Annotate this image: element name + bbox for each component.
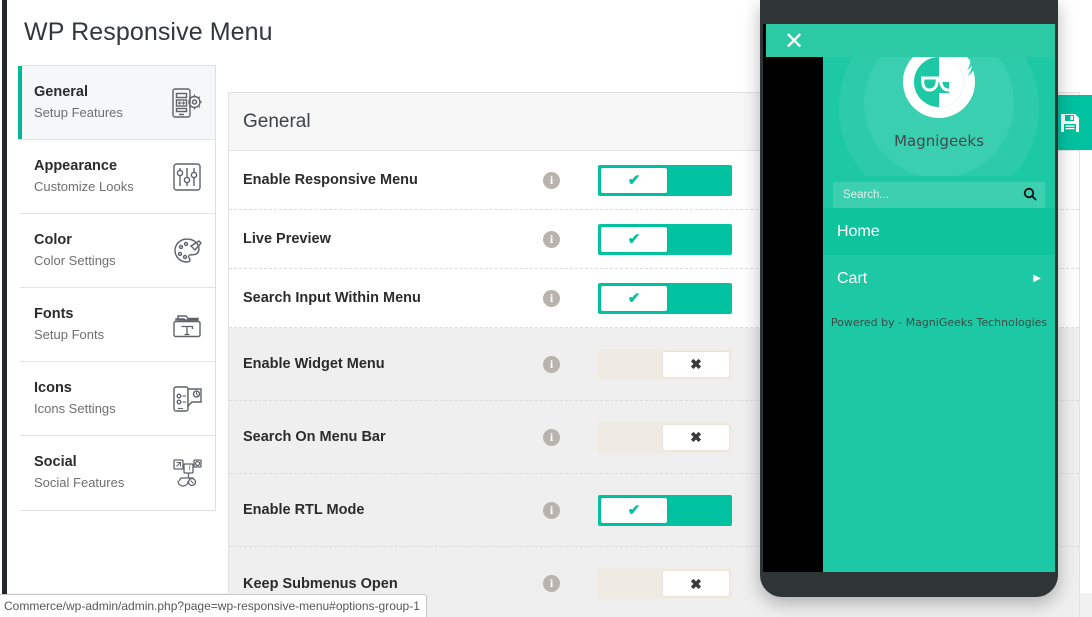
sidebar-item-fonts[interactable]: Fonts Setup Fonts (20, 288, 215, 362)
sidebar-item-general[interactable]: General Setup Features (18, 66, 215, 140)
icons-panel-icon (167, 379, 207, 419)
sliders-icon (167, 157, 207, 197)
toggle-knob: ✔ (601, 285, 667, 311)
close-icon: ✖ (690, 429, 702, 445)
info-icon[interactable]: i (543, 575, 560, 592)
menu-item-home[interactable]: Home (823, 208, 1055, 255)
menu-item-label: Home (837, 222, 880, 240)
setting-label: Enable Widget Menu (243, 356, 385, 372)
toggle-knob: ✔ (601, 497, 667, 523)
browser-status-bar: Commerce/wp-admin/admin.php?page=wp-resp… (0, 594, 427, 617)
phone-preview: Magnigeeks Home Cart ▶ (760, 0, 1058, 597)
brand-name: Magnigeeks (894, 132, 984, 150)
info-icon[interactable]: i (543, 230, 560, 248)
toggle-live-preview[interactable]: ✔ (598, 223, 732, 255)
sidebar-item-subtitle: Social Features (34, 475, 125, 491)
phone-screen: Magnigeeks Home Cart ▶ (763, 24, 1055, 572)
menu-item-cart[interactable]: Cart ▶ (823, 255, 1055, 302)
sidebar-item-title: Appearance (34, 157, 118, 174)
check-icon: ✔ (627, 171, 641, 189)
info-icon[interactable]: i (543, 501, 560, 519)
menu-search-box[interactable] (833, 182, 1045, 208)
menu-topbar: ✕ (766, 24, 1055, 57)
chevron-right-icon[interactable]: ▶ (1033, 273, 1041, 284)
mobile-menu-panel: Magnigeeks Home Cart ▶ (823, 24, 1055, 572)
sidebar-item-color[interactable]: Color Color Settings (20, 214, 215, 288)
setting-label: Keep Submenus Open (243, 575, 398, 592)
close-icon: ✖ (690, 356, 702, 372)
sidebar-item-subtitle: Setup Fonts (34, 326, 105, 342)
social-share-icon: f (167, 453, 207, 493)
check-icon: ✔ (627, 501, 641, 519)
window-left-border (0, 0, 2, 617)
page-title: WP Responsive Menu (24, 18, 273, 46)
sidebar-item-subtitle: Setup Features (34, 104, 123, 120)
sidebar-item-title: Fonts (34, 305, 74, 322)
search-input[interactable] (841, 188, 1023, 202)
palette-icon (167, 231, 207, 271)
save-icon (1059, 112, 1081, 134)
toggle-knob: ✖ (663, 571, 729, 596)
sidebar-item-social[interactable]: Social Social Features f (20, 436, 215, 510)
toggle-search-input-within-menu[interactable]: ✔ (598, 282, 732, 314)
setting-label: Enable RTL Mode (243, 502, 365, 518)
toggle-knob: ✔ (601, 226, 667, 252)
search-icon[interactable] (1023, 187, 1037, 203)
info-icon[interactable]: i (543, 289, 560, 307)
sidebar-item-title: General (34, 83, 88, 100)
toggle-knob: ✔ (601, 167, 667, 193)
setting-label: Search On Menu Bar (243, 429, 386, 445)
settings-sidebar: General Setup Features Appearance Custom… (18, 65, 216, 511)
font-folder-icon (167, 305, 207, 345)
app-window: WP Responsive Menu General Setup Feature… (0, 0, 1092, 617)
sidebar-item-appearance[interactable]: Appearance Customize Looks (20, 140, 215, 214)
svg-text:f: f (189, 465, 192, 473)
close-icon[interactable]: ✕ (784, 29, 804, 53)
sidebar-item-subtitle: Color Settings (34, 252, 116, 268)
setting-label: Search Input Within Menu (243, 290, 421, 306)
sidebar-item-subtitle: Customize Looks (34, 178, 134, 194)
toggle-knob: ✖ (663, 424, 729, 450)
powered-by-text: Powered by - MagniGeeks Technologies (830, 316, 1048, 329)
info-icon[interactable]: i (543, 355, 560, 373)
toggle-enable-responsive-menu[interactable]: ✔ (598, 164, 732, 196)
toggle-enable-rtl-mode[interactable]: ✔ (598, 494, 732, 526)
check-icon: ✔ (627, 230, 641, 248)
sidebar-item-title: Icons (34, 379, 72, 396)
phone-gear-icon (167, 83, 207, 123)
panel-header-title: General (243, 110, 311, 132)
sidebar-item-title: Social (34, 454, 77, 471)
setting-label: Live Preview (243, 231, 331, 247)
setting-label: Enable Responsive Menu (243, 172, 418, 188)
toggle-knob: ✖ (663, 351, 729, 377)
info-icon[interactable]: i (543, 428, 560, 446)
close-icon: ✖ (690, 575, 702, 592)
toggle-keep-submenus-open[interactable]: ✖ (598, 568, 732, 599)
sidebar-item-subtitle: Icons Settings (34, 400, 116, 416)
toggle-search-on-menu-bar[interactable]: ✖ (598, 421, 732, 453)
status-url: Commerce/wp-admin/admin.php?page=wp-resp… (4, 599, 420, 613)
sidebar-item-icons[interactable]: Icons Icons Settings (20, 362, 215, 436)
check-icon: ✔ (627, 289, 641, 307)
info-icon[interactable]: i (543, 171, 560, 189)
menu-item-label: Cart (837, 269, 868, 287)
sidebar-item-title: Color (34, 231, 72, 248)
toggle-enable-widget-menu[interactable]: ✖ (598, 348, 732, 380)
